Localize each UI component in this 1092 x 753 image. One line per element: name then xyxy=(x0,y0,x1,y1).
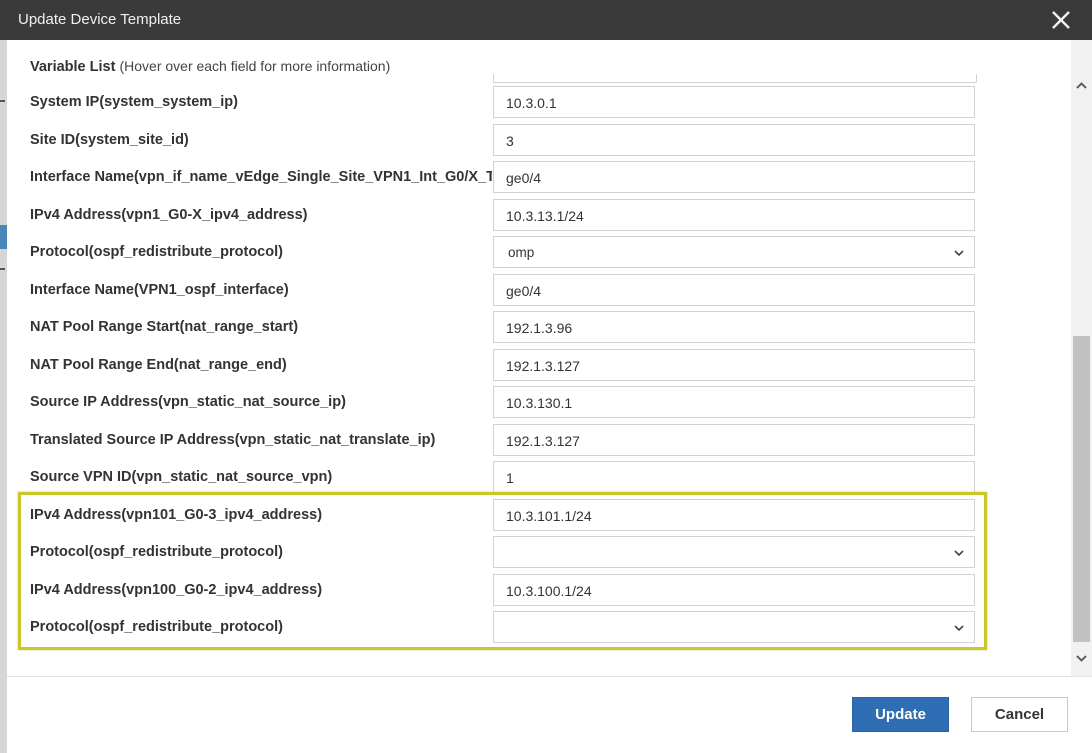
field-row: Protocol(ospf_redistribute_protocol) xyxy=(7,609,1071,646)
backdrop-blue-strip xyxy=(0,225,7,249)
close-icon xyxy=(1052,11,1070,29)
cancel-button[interactable]: Cancel xyxy=(971,697,1068,732)
field-label: Protocol(ospf_redistribute_protocol) xyxy=(30,244,283,260)
field-row: NAT Pool Range End(nat_range_end) 192.1.3… xyxy=(7,347,1071,384)
input-value: 10.3.101.1/24 xyxy=(506,507,592,524)
protocol-select[interactable] xyxy=(493,536,975,568)
value-input[interactable]: 10.3.0.1 xyxy=(493,86,975,118)
field-row: Source VPN ID(vpn_static_nat_source_vpn)… xyxy=(7,459,1071,496)
value-input[interactable]: 10.3.100.1/24 xyxy=(493,573,975,606)
value-input[interactable]: 10.3.130.1 xyxy=(493,386,975,418)
value-input[interactable]: 10.3.13.1/24 xyxy=(493,198,975,231)
field-row: Interface Name(vpn_if_name_vEdge_Single_… xyxy=(7,159,1071,196)
value-input[interactable]: 10.3.101.1/24 xyxy=(493,498,975,531)
dialog-title: Update Device Template xyxy=(18,11,182,28)
vertical-scrollbar[interactable] xyxy=(1071,40,1092,676)
input-value: 3 xyxy=(506,132,514,149)
field-label: Source IP Address(vpn_static_nat_source_… xyxy=(30,394,346,410)
scroll-thumb[interactable] xyxy=(1073,336,1090,642)
close-button[interactable] xyxy=(1048,7,1074,33)
value-input[interactable]: 3 xyxy=(493,123,975,156)
input-value: 10.3.0.1 xyxy=(506,95,557,111)
field-label: NAT Pool Range Start(nat_range_start) xyxy=(30,319,299,335)
chevron-up-icon xyxy=(1076,82,1087,89)
input-value: 10.3.13.1/24 xyxy=(506,207,584,224)
input-value: ge0/4 xyxy=(506,282,542,299)
field-label: Interface Name(VPN1_ospf_interface) xyxy=(30,281,289,298)
field-row: Source IP Address(vpn_static_nat_source_… xyxy=(7,384,1071,421)
field-label: Translated Source IP Address(vpn_static_… xyxy=(30,431,436,448)
backdrop-mark xyxy=(0,100,5,102)
update-button[interactable]: Update xyxy=(852,697,949,732)
field-row: IPv4 Address(vpn100_G0-2_ipv4_address) 10… xyxy=(7,572,1071,609)
field-label: IPv4 Address(vpn100_G0-2_ipv4_address) xyxy=(30,581,323,598)
field-label: Protocol(ospf_redistribute_protocol) xyxy=(30,619,283,635)
value-input[interactable]: 192.1.3.127 xyxy=(493,423,975,456)
field-label: Source VPN ID(vpn_static_nat_source_vpn) xyxy=(30,469,333,485)
field-label: System IP(system_system_ip) xyxy=(30,94,238,110)
input-value: 1 xyxy=(506,470,514,486)
section-title: Variable List xyxy=(30,59,116,75)
section-hint: (Hover over each field for more informat… xyxy=(119,58,391,74)
value-input[interactable]: 192.1.3.127 xyxy=(493,348,975,381)
select-value: omp xyxy=(508,245,535,260)
input-value: 10.3.130.1 xyxy=(506,395,573,411)
field-label: Interface Name(vpn_if_name_vEdge_Single_… xyxy=(30,169,492,185)
value-input[interactable]: ge0/4 xyxy=(493,161,975,193)
variable-list-heading: Variable List (Hover over each field for… xyxy=(30,58,390,75)
input-value: 192.1.3.127 xyxy=(506,357,580,374)
variable-list-panel: Variable List (Hover over each field for… xyxy=(7,40,1071,676)
field-row: IPv4 Address(vpn101_G0-3_ipv4_address) 10… xyxy=(7,497,1071,534)
field-row: System IP(system_system_ip) 10.3.0.1 xyxy=(7,84,1071,121)
backdrop-edge xyxy=(0,40,7,753)
input-value: 192.1.3.127 xyxy=(506,432,580,449)
field-row: Site ID(system_site_id) 3 xyxy=(7,122,1071,159)
clipped-input[interactable] xyxy=(493,74,977,83)
chevron-down-icon xyxy=(1076,655,1087,662)
input-value: 192.1.3.96 xyxy=(506,320,573,336)
chevron-down-icon xyxy=(954,625,964,632)
field-label: Protocol(ospf_redistribute_protocol) xyxy=(30,544,283,560)
field-label: IPv4 Address(vpn1_G0-X_ipv4_address) xyxy=(30,206,308,223)
value-input[interactable]: 192.1.3.96 xyxy=(493,311,975,343)
chevron-down-icon xyxy=(954,550,964,557)
field-row: IPv4 Address(vpn1_G0-X_ipv4_address) 10.3… xyxy=(7,197,1071,234)
update-device-template-dialog: Update Device Template Variable List (Ho… xyxy=(0,0,1092,753)
dialog-titlebar: Update Device Template xyxy=(0,0,1092,40)
scroll-down-button[interactable] xyxy=(1071,648,1092,668)
input-value: 10.3.100.1/24 xyxy=(506,582,592,599)
field-label: IPv4 Address(vpn101_G0-3_ipv4_address) xyxy=(30,506,323,523)
field-label: NAT Pool Range End(nat_range_end) xyxy=(30,356,287,373)
field-row: Protocol(ospf_redistribute_protocol) xyxy=(7,534,1071,571)
field-row: NAT Pool Range Start(nat_range_start) 192… xyxy=(7,309,1071,346)
backdrop-mark xyxy=(0,268,5,270)
input-value: ge0/4 xyxy=(506,170,542,186)
value-input[interactable]: ge0/4 xyxy=(493,273,975,306)
protocol-select[interactable]: omp xyxy=(493,236,975,268)
protocol-select[interactable] xyxy=(493,611,975,643)
value-input[interactable]: 1 xyxy=(493,461,975,493)
field-label: Site ID(system_site_id) xyxy=(30,131,189,148)
scroll-up-button[interactable] xyxy=(1071,76,1092,96)
field-row: Translated Source IP Address(vpn_static_… xyxy=(7,422,1071,459)
chevron-down-icon xyxy=(954,250,964,257)
field-row: Protocol(ospf_redistribute_protocol) omp xyxy=(7,234,1071,271)
field-row: Interface Name(VPN1_ospf_interface) ge0/4 xyxy=(7,272,1071,309)
dialog-footer: Update Cancel xyxy=(7,676,1092,753)
